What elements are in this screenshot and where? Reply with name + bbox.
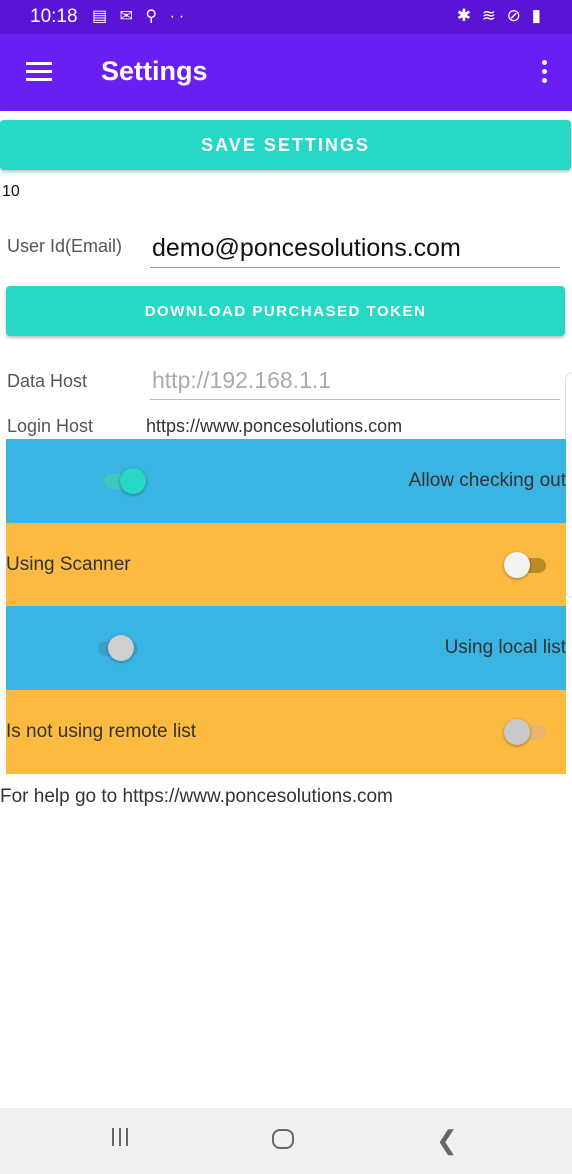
more-vertical-icon[interactable] (540, 60, 548, 86)
data-host-field[interactable] (150, 362, 560, 400)
side-panel-edge (565, 372, 572, 598)
back-icon[interactable]: ❮ (436, 1125, 458, 1156)
save-settings-button[interactable]: SAVE SETTINGS (0, 120, 571, 170)
app-bar: Settings (0, 34, 572, 111)
recents-icon[interactable] (112, 1128, 134, 1150)
using-scanner-switch[interactable] (504, 551, 548, 579)
using-local-list-label: Using local list (444, 637, 566, 658)
toggle-row-remote-list: Is not using remote list (6, 690, 566, 774)
using-local-list-switch[interactable] (96, 634, 140, 662)
using-scanner-label: Using Scanner (6, 554, 131, 575)
login-host-label: Login Host (7, 416, 94, 436)
status-time: 10:18 (30, 6, 78, 27)
download-purchased-token-button[interactable]: DOWNLOAD PURCHASED TOKEN (6, 286, 565, 336)
allow-checking-out-switch[interactable] (102, 467, 146, 495)
toggle-row-using-scanner: Using Scanner (6, 523, 566, 607)
data-host-label: Data Host (7, 371, 88, 391)
remote-list-label: Is not using remote list (6, 721, 197, 742)
help-text: For help go to https://www.poncesolution… (0, 786, 393, 807)
version-text: 10 (2, 183, 20, 200)
hamburger-menu-icon[interactable] (26, 62, 52, 82)
toggle-row-allow-checking-out: Allow checking out (6, 439, 566, 523)
toggle-row-using-local-list: Using local list (6, 606, 566, 690)
login-host-value: https://www.poncesolutions.com (146, 416, 403, 436)
allow-checking-out-label: Allow checking out (408, 470, 566, 491)
page-title: Settings (101, 56, 208, 86)
user-id-field[interactable] (150, 230, 560, 268)
home-icon[interactable] (272, 1129, 294, 1149)
system-nav-bar: ❮ (0, 1108, 572, 1174)
notification-icons: ▤ ✉ ⚲ ·· (92, 8, 189, 25)
system-status-icons: ✱ ≋ ⊘ ▮ (456, 6, 544, 25)
remote-list-switch[interactable] (504, 718, 548, 746)
status-bar: 10:18 ▤ ✉ ⚲ ·· ✱ ≋ ⊘ ▮ (0, 0, 572, 34)
user-id-label: User Id(Email) (7, 236, 123, 256)
